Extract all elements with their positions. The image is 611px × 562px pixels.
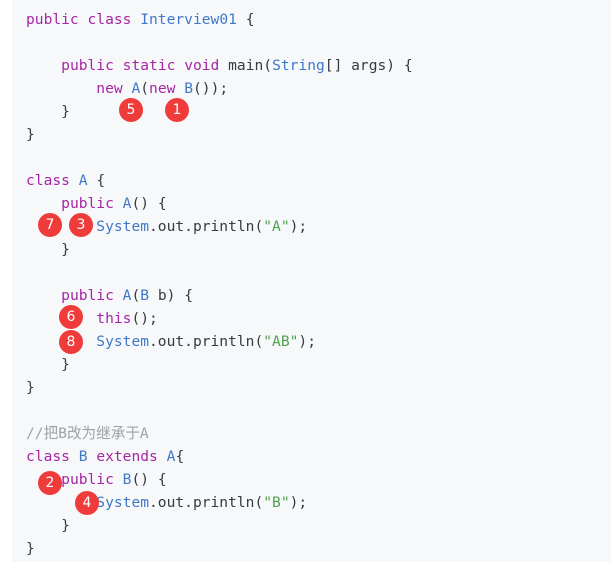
code-text: main( — [219, 57, 273, 74]
code-text: ); — [289, 218, 308, 235]
keyword: class — [26, 172, 70, 189]
keyword: extends — [96, 448, 158, 465]
code-text: () { — [131, 471, 167, 488]
keyword: public — [61, 287, 114, 304]
step-badge-8: 8 — [59, 330, 83, 354]
code-text: () { — [131, 195, 167, 212]
code-line-1: public class Interview01 { — [26, 8, 254, 31]
code-line-13: public A(B b) { — [26, 284, 193, 307]
string-literal: "B" — [263, 494, 290, 511]
code-line-5: } — [26, 100, 70, 123]
string-literal: "A" — [263, 218, 290, 235]
code-text: } — [61, 517, 70, 534]
class-name: Interview01 — [140, 11, 237, 28]
code-comment: //把B改为继承于A — [26, 425, 149, 442]
class-name: B — [78, 448, 88, 465]
class-name: System — [96, 333, 150, 350]
code-text: ); — [298, 333, 316, 350]
step-badge-7: 7 — [38, 213, 62, 237]
class-name: A — [78, 172, 88, 189]
keyword: static — [122, 57, 176, 74]
code-line-9: public A() { — [26, 192, 167, 215]
keyword: this — [96, 310, 132, 327]
keyword: public — [26, 11, 79, 28]
code-text: ( — [140, 80, 150, 97]
code-line-4: new A(new B()); — [26, 77, 228, 100]
code-line-17: } — [26, 376, 35, 399]
step-badge-1: 1 — [165, 98, 189, 122]
step-badge-5: 5 — [119, 98, 143, 122]
keyword: class — [26, 448, 70, 465]
step-badge-4: 4 — [75, 491, 99, 515]
string-literal: "AB" — [263, 333, 299, 350]
step-badge-2: 2 — [38, 471, 62, 495]
code-text: } — [26, 126, 35, 143]
code-line-6: } — [26, 123, 35, 146]
code-text: { — [87, 172, 106, 189]
code-line-3: public static void main(String[] args) { — [26, 54, 413, 77]
code-text: ); — [289, 494, 308, 511]
keyword: public — [61, 471, 114, 488]
keyword: public — [61, 57, 114, 74]
class-name: System — [96, 494, 150, 511]
code-line-20: class B extends A{ — [26, 445, 184, 468]
step-badge-3: 3 — [69, 213, 93, 237]
code-line-23: } — [26, 514, 70, 537]
class-name: B — [184, 80, 193, 97]
class-name: B — [140, 287, 150, 304]
code-line-22: System.out.println("B"); — [26, 491, 307, 514]
code-text: } — [61, 356, 70, 373]
class-name: A — [131, 80, 141, 97]
code-text: .out.println( — [149, 218, 264, 235]
keyword: class — [87, 11, 132, 28]
code-line-11: } — [26, 238, 70, 261]
code-text: } — [26, 379, 35, 396]
code-text: .out.println( — [149, 494, 264, 511]
code-text: } — [26, 540, 35, 557]
code-line-19: //把B改为继承于A — [26, 422, 149, 445]
code-text: ( — [131, 287, 141, 304]
class-name: System — [96, 218, 150, 235]
code-text: .out.println( — [149, 333, 264, 350]
code-text: } — [61, 241, 70, 258]
code-text: { — [175, 448, 185, 465]
code-text: } — [61, 103, 70, 120]
code-line-24: } — [26, 537, 35, 560]
code-text: (); — [131, 310, 158, 327]
code-text: [] args) { — [324, 57, 413, 74]
code-text: b) { — [149, 287, 193, 304]
code-line-8: class A { — [26, 169, 105, 192]
class-name: String — [272, 57, 325, 74]
keyword: new — [96, 80, 123, 97]
step-badge-6: 6 — [59, 305, 83, 329]
code-line-16: } — [26, 353, 70, 376]
keyword: void — [184, 57, 220, 74]
keyword: public — [61, 195, 114, 212]
keyword: new — [149, 80, 176, 97]
code-text: ()); — [193, 80, 229, 97]
code-text: { — [236, 11, 255, 28]
code-line-14: this(); — [26, 307, 158, 330]
